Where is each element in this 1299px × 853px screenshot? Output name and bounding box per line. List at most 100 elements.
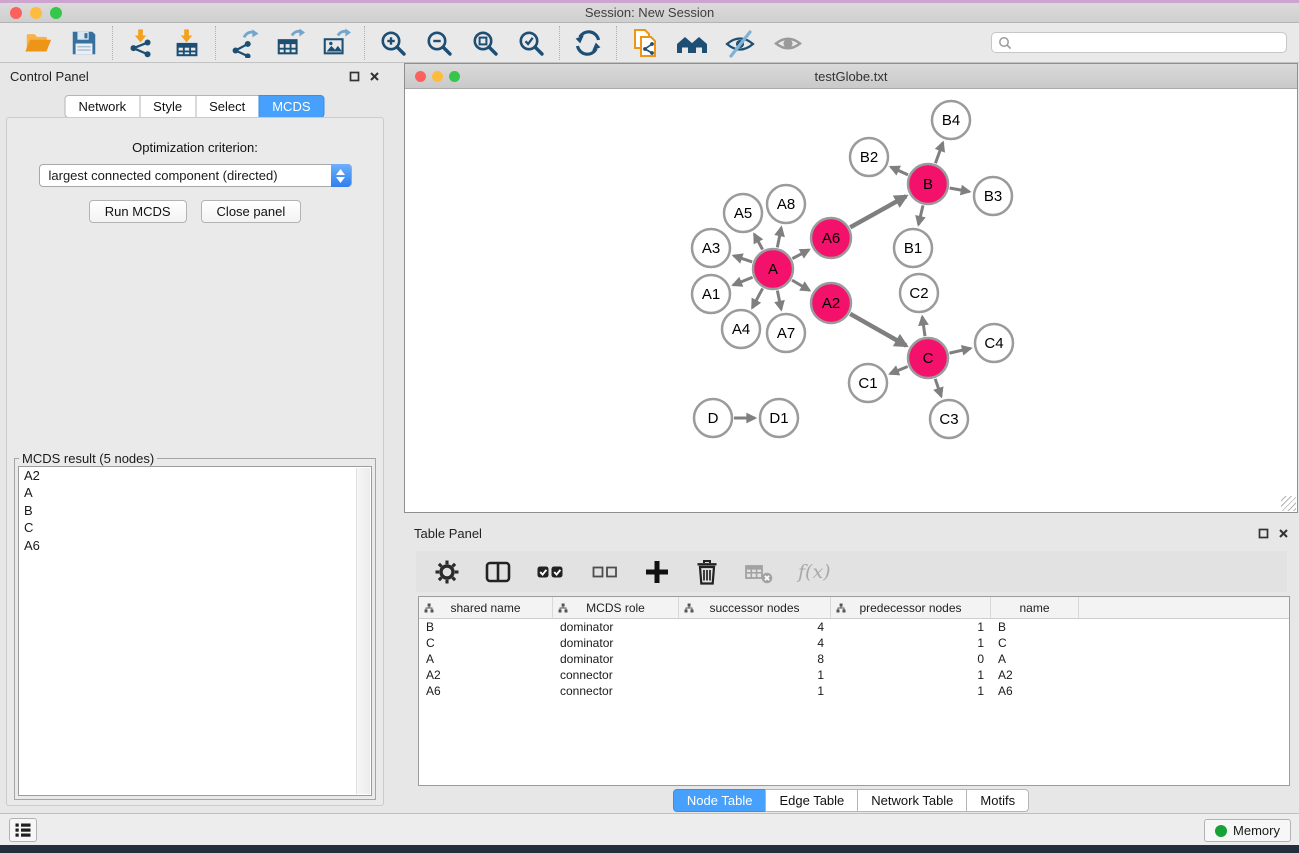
table-cell[interactable]: 1 [831, 620, 991, 634]
column-header-shared-name[interactable]: shared name [419, 597, 553, 618]
graph-node-C4[interactable]: C4 [975, 324, 1013, 362]
show-eye-icon[interactable] [772, 27, 804, 59]
graph-edge-B-B4[interactable] [935, 143, 942, 164]
memory-button[interactable]: Memory [1204, 819, 1291, 842]
table-cell[interactable]: A [419, 652, 553, 666]
table-cell[interactable]: A6 [991, 684, 1079, 698]
graph-node-C3[interactable]: C3 [930, 400, 968, 438]
graph-node-C1[interactable]: C1 [849, 364, 887, 402]
table-cell[interactable]: B [419, 620, 553, 634]
table-cell[interactable]: dominator [553, 620, 679, 634]
network-window-titlebar[interactable]: testGlobe.txt [405, 64, 1297, 89]
table-row[interactable]: Adominator80A [419, 651, 1289, 667]
table-cell[interactable]: 8 [679, 652, 831, 666]
scrollbar-track[interactable] [356, 468, 370, 794]
zoom-fit-icon[interactable] [470, 28, 500, 58]
mcds-result-item[interactable]: A6 [19, 537, 371, 554]
save-session-icon[interactable] [69, 28, 99, 58]
graph-edge-A2-C[interactable] [850, 314, 906, 346]
home-icon[interactable] [676, 28, 708, 58]
open-file-icon[interactable] [23, 28, 53, 58]
deselect-all-icon[interactable] [590, 559, 620, 585]
tab-network[interactable]: Network [64, 95, 140, 118]
minimize-network-window-button[interactable] [432, 71, 443, 82]
graph-edge-C-C2[interactable] [922, 317, 925, 336]
graph-node-B3[interactable]: B3 [974, 177, 1012, 215]
gear-icon[interactable] [434, 559, 460, 585]
zoom-out-icon[interactable] [424, 28, 454, 58]
table-cell[interactable]: 4 [679, 636, 831, 650]
mcds-result-item[interactable]: A2 [19, 467, 371, 484]
tab-motifs[interactable]: Motifs [966, 789, 1029, 812]
graph-node-D[interactable]: D [694, 399, 732, 437]
graph-edge-A-A4[interactable] [752, 288, 762, 307]
table-row[interactable]: Bdominator41B [419, 619, 1289, 635]
graph-edge-C-C3[interactable] [935, 379, 941, 397]
close-window-button[interactable] [10, 7, 22, 19]
graph-node-A4[interactable]: A4 [722, 310, 760, 348]
zoom-selected-icon[interactable] [516, 28, 546, 58]
table-cell[interactable]: 1 [831, 636, 991, 650]
import-network-icon[interactable] [126, 28, 156, 58]
table-cell[interactable]: 1 [679, 684, 831, 698]
tab-mcds[interactable]: MCDS [258, 95, 324, 118]
graph-edge-A-A2[interactable] [792, 280, 809, 290]
optimization-criterion-select[interactable]: largest connected component (directed) [39, 164, 352, 187]
export-network-icon[interactable] [229, 28, 259, 58]
mcds-result-list[interactable]: A2ABCA6 [18, 466, 372, 796]
graph-node-A1[interactable]: A1 [692, 275, 730, 313]
close-panel-icon[interactable] [1278, 528, 1289, 539]
table-row[interactable]: A2connector11A2 [419, 667, 1289, 683]
graph-node-A3[interactable]: A3 [692, 229, 730, 267]
table-cell[interactable]: A [991, 652, 1079, 666]
graph-node-A[interactable]: A [753, 249, 793, 289]
graph-edge-A-A1[interactable] [733, 277, 752, 285]
table-cell[interactable]: B [991, 620, 1079, 634]
table-cell[interactable]: dominator [553, 652, 679, 666]
task-history-button[interactable] [9, 818, 37, 842]
select-all-icon[interactable] [536, 559, 566, 585]
graph-edge-A-A5[interactable] [754, 234, 762, 249]
tab-select[interactable]: Select [195, 95, 259, 118]
table-row[interactable]: A6connector11A6 [419, 683, 1289, 699]
hide-eye-icon[interactable] [724, 27, 756, 59]
search-field[interactable] [991, 32, 1287, 53]
float-panel-icon[interactable] [349, 71, 360, 82]
column-header-predecessor-nodes[interactable]: predecessor nodes [831, 597, 991, 618]
graph-node-A5[interactable]: A5 [724, 194, 762, 232]
table-cell[interactable]: 1 [679, 668, 831, 682]
graph-edge-B-B2[interactable] [891, 167, 908, 175]
clone-network-icon[interactable] [630, 27, 660, 59]
table-cell[interactable]: 1 [831, 684, 991, 698]
export-image-icon[interactable] [321, 28, 351, 58]
tab-edge-table[interactable]: Edge Table [765, 789, 858, 812]
table-cell[interactable]: A6 [419, 684, 553, 698]
graph-node-A8[interactable]: A8 [767, 185, 805, 223]
table-cell[interactable]: C [991, 636, 1079, 650]
column-header-successor-nodes[interactable]: successor nodes [679, 597, 831, 618]
graph-edge-A-A6[interactable] [792, 250, 809, 259]
close-panel-button[interactable]: Close panel [201, 200, 302, 223]
delete-icon[interactable] [694, 558, 720, 586]
search-input[interactable] [1016, 36, 1280, 50]
graph-edge-A6-B[interactable] [850, 196, 906, 227]
table-cell[interactable]: 0 [831, 652, 991, 666]
graph-edge-B-B1[interactable] [918, 205, 923, 224]
mcds-result-item[interactable]: A [19, 484, 371, 501]
zoom-in-icon[interactable] [378, 28, 408, 58]
graph-node-B2[interactable]: B2 [850, 138, 888, 176]
mcds-result-item[interactable]: C [19, 519, 371, 536]
minimize-window-button[interactable] [30, 7, 42, 19]
graph-node-C2[interactable]: C2 [900, 274, 938, 312]
graph-node-D1[interactable]: D1 [760, 399, 798, 437]
graph-node-A7[interactable]: A7 [767, 314, 805, 352]
graph-node-A2[interactable]: A2 [811, 283, 851, 323]
table-cell[interactable]: connector [553, 684, 679, 698]
table-cell[interactable]: A2 [991, 668, 1079, 682]
table-cell[interactable]: dominator [553, 636, 679, 650]
column-header-MCDS-role[interactable]: MCDS role [553, 597, 679, 618]
graph-edge-C-C4[interactable] [949, 348, 970, 353]
close-panel-icon[interactable] [369, 71, 380, 82]
zoom-window-button[interactable] [50, 7, 62, 19]
split-table-icon[interactable] [484, 559, 512, 585]
